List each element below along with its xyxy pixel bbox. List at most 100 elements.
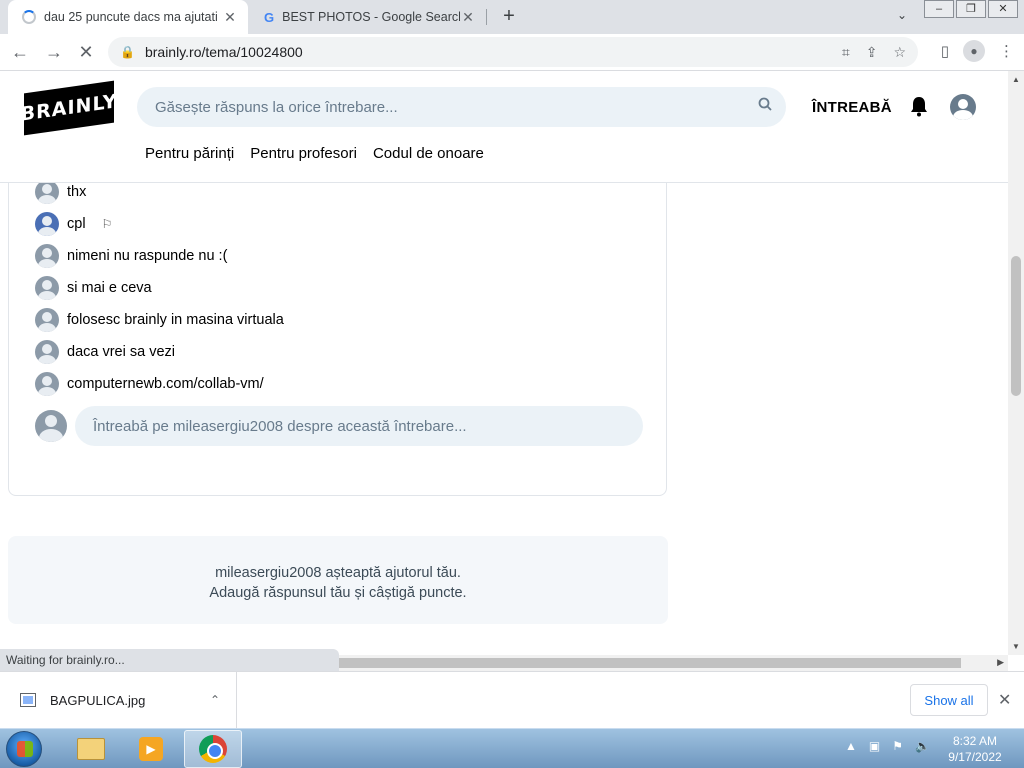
site-subnav: Pentru părinți Pentru profesori Codul de… xyxy=(145,145,484,162)
close-icon[interactable]: ✕ xyxy=(222,9,238,26)
comment-item: si mai e ceva xyxy=(35,276,152,300)
avatar[interactable] xyxy=(35,372,59,396)
user-avatar[interactable] xyxy=(950,94,976,120)
tab-separator xyxy=(486,9,487,25)
avatar[interactable] xyxy=(35,212,59,236)
share-icon[interactable]: ⇪ xyxy=(866,44,878,61)
action-center-icon[interactable]: ⚑ xyxy=(892,739,903,753)
translate-icon[interactable]: ⌗ xyxy=(842,44,850,61)
download-bar: BAGPULICA.jpg ⌃ Show all ✕ xyxy=(0,671,1024,728)
comment-text: nimeni nu raspunde nu :( xyxy=(67,248,228,264)
media-player-taskbar-button[interactable]: ▶ xyxy=(122,730,180,768)
menu-icon[interactable]: ⋮ xyxy=(999,42,1014,60)
vertical-scrollbar[interactable]: ▲ ▼ xyxy=(1008,71,1024,655)
show-hidden-icons-icon[interactable]: ▲ xyxy=(845,739,857,753)
url-text: brainly.ro/tema/10024800 xyxy=(144,44,303,60)
google-icon: G xyxy=(264,9,275,25)
nav-parents-link[interactable]: Pentru părinți xyxy=(145,145,234,162)
toolbar-right: ▯ ● ⋮ xyxy=(941,40,1014,62)
folder-icon xyxy=(77,738,105,760)
comment-input[interactable]: Întreabă pe mileasergiu2008 despre aceas… xyxy=(75,406,643,446)
nav-honor-code-link[interactable]: Codul de onoare xyxy=(373,145,484,162)
comments-card: thx cpl ⚐ nimeni nu raspunde nu :( si ma… xyxy=(8,163,667,496)
download-item[interactable]: BAGPULICA.jpg ⌃ xyxy=(0,672,237,728)
page-viewport: BRAINLY Găsește răspuns la orice întreba… xyxy=(0,71,1008,655)
ask-question-button[interactable]: ÎNTREABĂ xyxy=(812,99,892,116)
minimize-button[interactable]: – xyxy=(924,0,954,18)
tab-google-search[interactable]: G BEST PHOTOS - Google Search ✕ xyxy=(250,0,486,34)
close-icon[interactable]: ✕ xyxy=(460,9,476,26)
comment-item: folosesc brainly in masina virtuala xyxy=(35,308,284,332)
comment-text: cpl xyxy=(67,216,86,232)
scroll-thumb[interactable] xyxy=(1011,256,1021,396)
clock-date: 9/17/2022 xyxy=(948,750,1002,764)
answer-prompt-line1: mileasergiu2008 așteaptă ajutorul tău. xyxy=(215,565,461,581)
comment-text: daca vrei sa vezi xyxy=(67,344,175,360)
search-icon[interactable] xyxy=(758,97,772,111)
tab-brainly[interactable]: dau 25 puncute dacs ma ajutati l ✕ xyxy=(8,0,248,34)
nav-teachers-link[interactable]: Pentru profesori xyxy=(250,145,357,162)
restore-button[interactable]: ❐ xyxy=(956,0,986,18)
close-window-button[interactable]: ✕ xyxy=(988,0,1018,18)
media-player-icon: ▶ xyxy=(139,737,163,761)
chevron-up-icon[interactable]: ⌃ xyxy=(210,693,220,707)
volume-icon[interactable]: 🔈 xyxy=(915,739,930,753)
side-panel-icon[interactable]: ▯ xyxy=(941,42,949,60)
new-tab-button[interactable]: + xyxy=(498,6,520,28)
answer-prompt-card: mileasergiu2008 așteaptă ajutorul tău. A… xyxy=(8,536,668,624)
chrome-icon xyxy=(199,735,227,763)
scroll-thumb[interactable] xyxy=(336,658,961,668)
comment-text: si mai e ceva xyxy=(67,280,152,296)
show-all-button[interactable]: Show all xyxy=(910,684,988,716)
avatar[interactable] xyxy=(35,276,59,300)
avatar[interactable] xyxy=(35,340,59,364)
chevron-down-icon[interactable]: ⌄ xyxy=(897,8,907,22)
avatar[interactable] xyxy=(35,308,59,332)
avatar[interactable] xyxy=(35,244,59,268)
loading-spinner-icon xyxy=(22,10,36,24)
comment-item: thx xyxy=(35,180,86,204)
download-file-name: BAGPULICA.jpg xyxy=(50,692,146,708)
avatar xyxy=(35,410,67,442)
stop-loading-icon[interactable]: ✕ xyxy=(74,40,98,64)
comment-compose-row: Întreabă pe mileasergiu2008 despre aceas… xyxy=(35,406,643,446)
forward-arrow-icon[interactable]: → xyxy=(42,40,66,64)
image-file-icon xyxy=(20,693,36,707)
chrome-taskbar-button[interactable] xyxy=(184,730,242,768)
scroll-up-icon[interactable]: ▲ xyxy=(1012,75,1020,84)
comment-item: cpl ⚐ xyxy=(35,212,112,236)
close-icon[interactable]: ✕ xyxy=(998,690,1011,710)
search-input[interactable]: Găsește răspuns la orice întrebare... xyxy=(137,87,786,127)
omnibox-actions: ⌗ ⇪ ☆ xyxy=(842,44,906,61)
flag-icon[interactable]: ⚐ xyxy=(102,217,113,231)
tab-strip: dau 25 puncute dacs ma ajutati l ✕ G BES… xyxy=(0,0,1024,34)
comment-input-placeholder: Întreabă pe mileasergiu2008 despre aceas… xyxy=(93,417,467,435)
answer-prompt-line2: Adaugă răspunsul tău și câștigă puncte. xyxy=(209,585,467,601)
star-icon[interactable]: ☆ xyxy=(893,44,906,61)
browser-toolbar: ← → ✕ 🔒 brainly.ro/tema/10024800 ⌗ ⇪ ☆ ▯… xyxy=(0,34,1024,71)
bell-icon[interactable] xyxy=(909,95,929,117)
back-arrow-icon[interactable]: ← xyxy=(8,40,32,64)
profile-icon[interactable]: ● xyxy=(963,40,985,62)
status-bubble: Waiting for brainly.ro... xyxy=(0,649,339,671)
comment-item: computernewb.com/collab-vm/ xyxy=(35,372,264,396)
clock-time: 8:32 AM xyxy=(952,734,998,748)
comment-item: nimeni nu raspunde nu :( xyxy=(35,244,227,268)
address-bar[interactable]: 🔒 brainly.ro/tema/10024800 ⌗ ⇪ ☆ xyxy=(108,37,918,67)
explorer-taskbar-button[interactable] xyxy=(62,730,120,768)
comment-item: daca vrei sa vezi xyxy=(35,340,175,364)
taskbar-clock[interactable]: 8:32 AM 9/17/2022 xyxy=(940,733,1010,765)
tab-title: BEST PHOTOS - Google Search xyxy=(282,10,460,24)
scroll-down-icon[interactable]: ▼ xyxy=(1012,642,1020,651)
tab-title: dau 25 puncute dacs ma ajutati l xyxy=(44,10,222,24)
comment-text: thx xyxy=(67,184,87,200)
start-button[interactable] xyxy=(6,731,42,767)
windows-taskbar: ▶ ▲ ▣ ⚑ 🔈 8:32 AM 9/17/2022 xyxy=(0,728,1024,768)
comment-text: folosesc brainly in masina virtuala xyxy=(67,312,284,328)
brainly-logo[interactable]: BRAINLY xyxy=(21,80,117,136)
scroll-right-icon[interactable]: ▶ xyxy=(997,657,1004,668)
window-controls: – ❐ ✕ xyxy=(922,0,1024,18)
network-icon[interactable]: ▣ xyxy=(869,739,880,753)
search-placeholder: Găsește răspuns la orice întrebare... xyxy=(155,98,398,116)
avatar[interactable] xyxy=(35,180,59,204)
